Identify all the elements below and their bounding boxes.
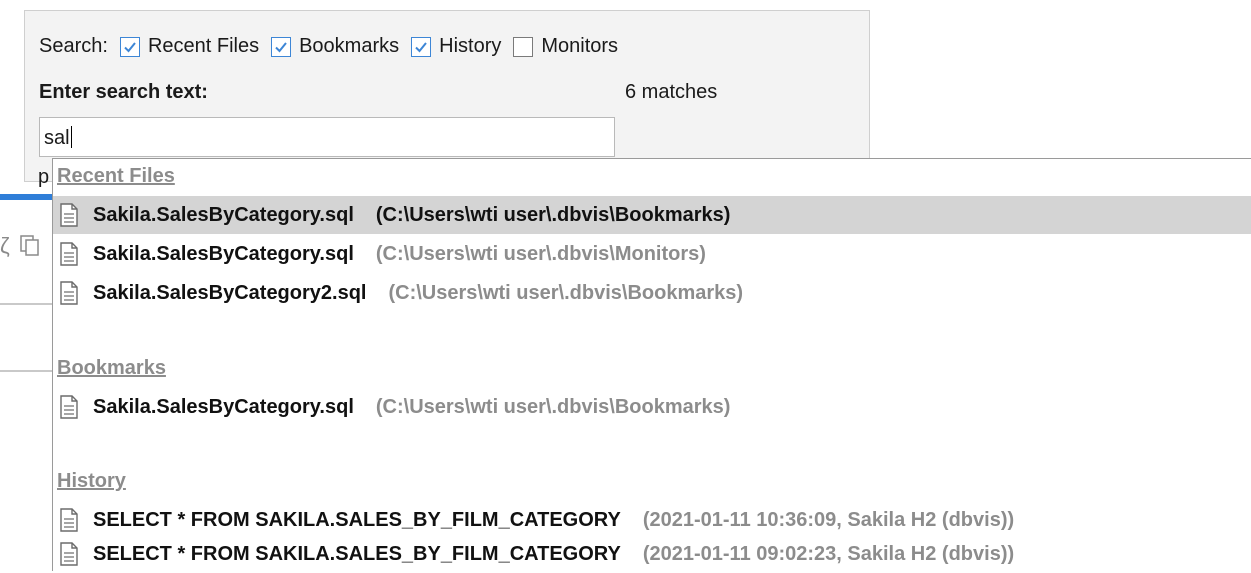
quick-search-panel: Search: Recent Files Bookmarks History M… [24,10,870,182]
checkbox-unchecked-icon[interactable] [513,36,534,57]
monitors-checkbox[interactable]: Monitors [513,35,618,58]
sql-file-icon [60,542,78,566]
search-scope-label: Search: [39,35,108,57]
result-item[interactable]: SELECT * FROM SAKILA.SALES_BY_FILM_CATEG… [53,501,1251,539]
result-name: Sakila.SalesByCategory2.sql [93,281,367,304]
sql-file-icon [60,242,78,266]
section-title-history: History [57,470,126,492]
sql-file-icon [60,203,78,227]
bookmarks-checkbox-label: Bookmarks [299,35,400,57]
result-name: Sakila.SalesByCategory.sql [93,242,354,265]
section-title-recent-files: Recent Files [57,165,175,187]
checkbox-checked-icon[interactable] [119,36,140,57]
checkbox-checked-icon[interactable] [411,36,432,57]
sql-file-icon [60,395,78,419]
background-copy-icon [20,235,39,256]
result-path: (C:\Users\wti user\.dbvis\Bookmarks) [388,281,744,304]
result-path: (2021-01-11 09:02:23, Sakila H2 (dbvis)) [642,542,1015,565]
result-name: Sakila.SalesByCategory.sql [93,395,354,418]
text-caret [70,126,72,148]
result-path: (C:\Users\wti user\.dbvis\Bookmarks) [375,395,731,418]
recent-files-checkbox[interactable]: Recent Files [119,35,260,58]
result-item[interactable]: Sakila.SalesByCategory2.sql (C:\Users\wt… [53,274,1251,312]
result-item[interactable]: Sakila.SalesByCategory.sql (C:\Users\wti… [53,235,1251,273]
recent-files-checkbox-label: Recent Files [147,35,260,57]
result-item[interactable]: Sakila.SalesByCategory.sql (C:\Users\wti… [53,388,1251,426]
result-path: (2021-01-11 10:36:09, Sakila H2 (dbvis)) [642,508,1015,531]
result-item[interactable]: SELECT * FROM SAKILA.SALES_BY_FILM_CATEG… [53,535,1251,573]
bookmarks-checkbox[interactable]: Bookmarks [271,35,399,58]
background-toolbar-glyph: ζ [0,233,10,258]
result-path: (C:\Users\wti user\.dbvis\Monitors) [375,242,706,265]
monitors-checkbox-label: Monitors [541,35,619,57]
section-title-bookmarks: Bookmarks [57,357,166,379]
search-results-dropdown[interactable]: Recent Files Sakila.SalesByCategory.sql … [52,158,1251,571]
search-text-label: Enter search text: [39,81,208,103]
history-checkbox[interactable]: History [411,35,501,58]
checkbox-checked-icon[interactable] [271,36,292,57]
sql-file-icon [60,281,78,305]
obscured-label-fragment: p [38,166,50,188]
search-scope-options: Search: Recent Files Bookmarks History M… [39,35,630,58]
match-count: 6 matches [625,81,718,103]
result-name: SELECT * FROM SAKILA.SALES_BY_FILM_CATEG… [93,508,621,531]
result-name: Sakila.SalesByCategory.sql [93,203,354,226]
sql-file-icon [60,508,78,532]
result-name: SELECT * FROM SAKILA.SALES_BY_FILM_CATEG… [93,542,621,565]
history-checkbox-label: History [439,35,502,57]
search-input-value: sal [44,127,70,149]
search-input[interactable]: sal [39,117,615,157]
result-path: (C:\Users\wti user\.dbvis\Bookmarks) [375,203,731,226]
result-item[interactable]: Sakila.SalesByCategory.sql (C:\Users\wti… [53,196,1251,234]
